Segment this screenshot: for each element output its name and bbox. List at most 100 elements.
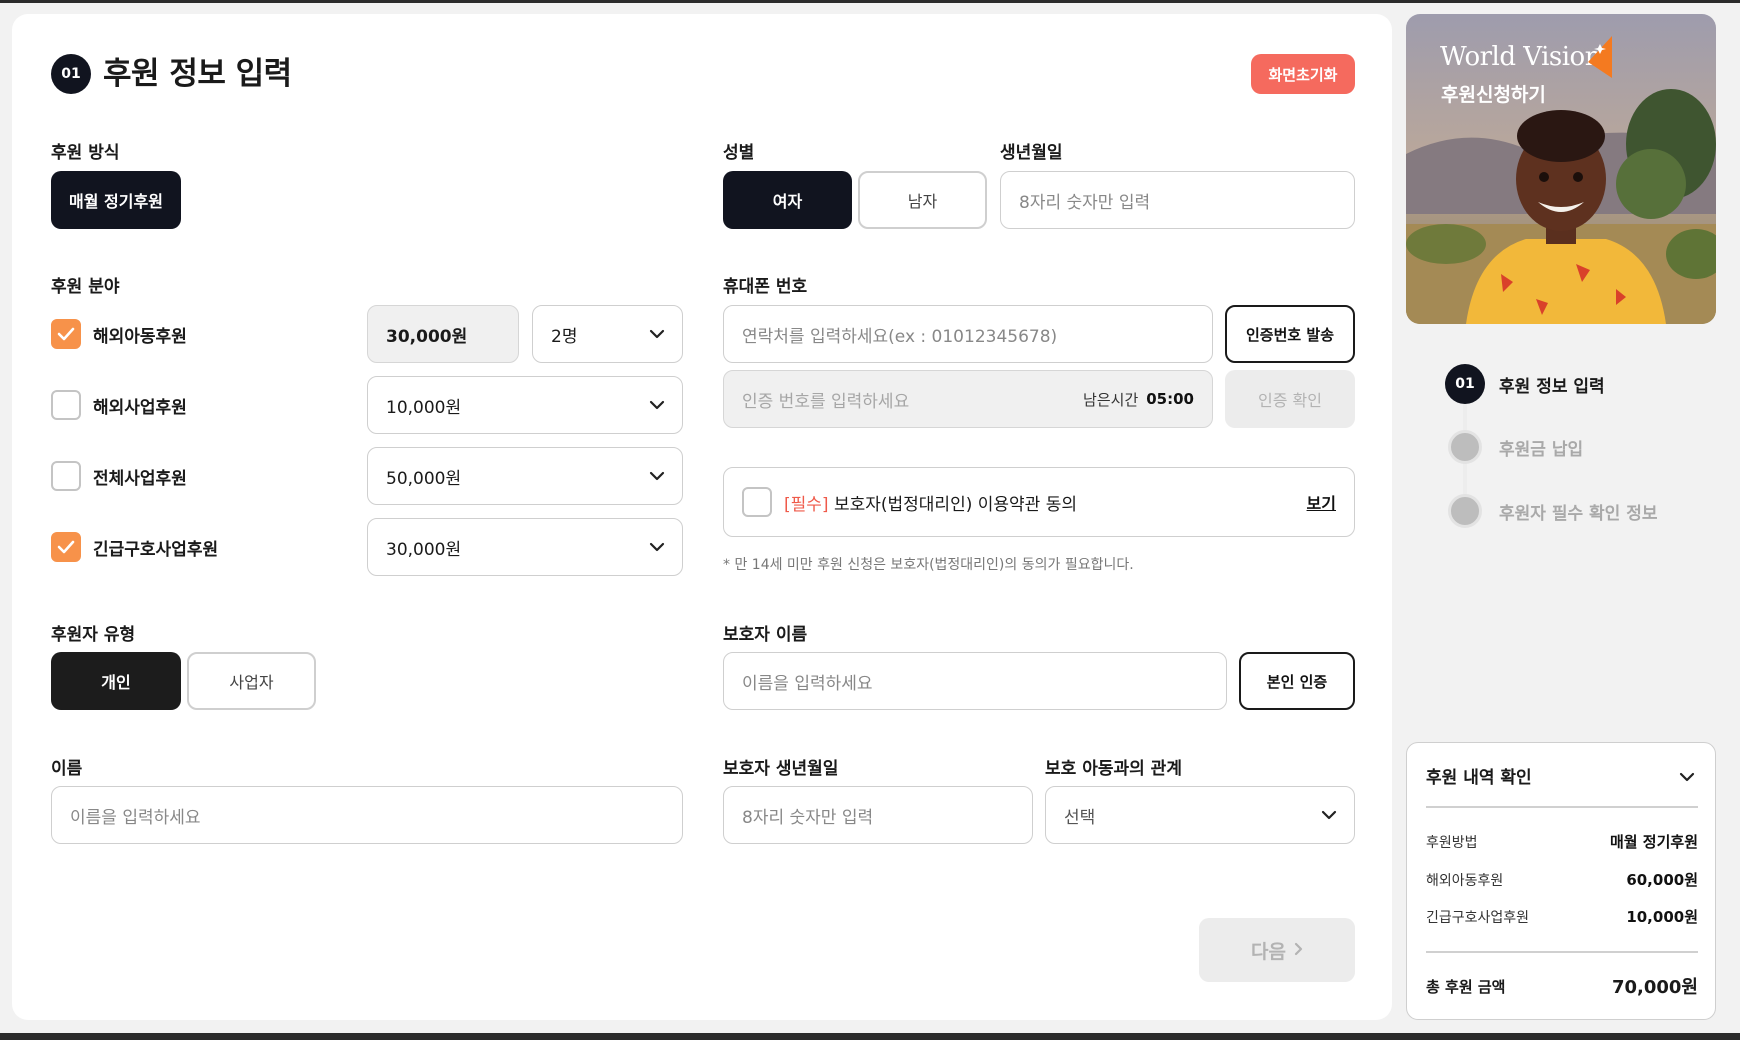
monthly-donation-button[interactable]: 매월 정기후원 — [51, 171, 181, 229]
terms-agreement-box[interactable]: [필수] 보호자(법정대리인) 이용약관 동의 보기 — [723, 467, 1355, 537]
hero-image: World Vision 후원신청하기 — [1406, 14, 1716, 324]
verification-code-placeholder: 인증 번호를 입력하세요 — [742, 391, 910, 412]
field-item-label: 긴급구호사업후원 — [93, 539, 219, 560]
gender-label: 성별 — [723, 143, 755, 163]
step-1-badge: 01 — [1445, 364, 1485, 404]
next-label: 다음 — [1251, 940, 1286, 963]
birthdate-label: 생년월일 — [1000, 143, 1063, 163]
timer-value: 05:00 — [1146, 390, 1194, 408]
step-2-label: 후원금 납입 — [1499, 439, 1584, 460]
terms-label: 보호자(법정대리인) 이용약관 동의 — [833, 494, 1077, 515]
field-item-overseas-child[interactable]: 해외아동후원 — [51, 319, 187, 349]
step-2-dot — [1448, 430, 1482, 464]
summary-value: 매월 정기후원 — [1609, 833, 1698, 851]
amount-value: 30,000원 — [386, 539, 462, 560]
summary-title: 후원 내역 확인 — [1426, 768, 1532, 788]
world-vision-star-icon — [1588, 36, 1612, 78]
chevron-right-icon — [1294, 939, 1303, 961]
summary-total-row: 총 후원 금액 70,000원 — [1426, 973, 1698, 999]
field-item-label: 전체사업후원 — [93, 468, 187, 489]
world-vision-logo: World Vision — [1440, 42, 1601, 72]
name-label: 이름 — [51, 759, 83, 779]
donation-form-card: 01 후원 정보 입력 화면초기화 후원 방식 매월 정기후원 후원 분야 해외… — [12, 14, 1392, 1020]
field-item-label: 해외사업후원 — [93, 397, 187, 418]
guardian-name-label: 보호자 이름 — [723, 625, 808, 645]
send-code-button[interactable]: 인증번호 발송 — [1225, 305, 1355, 363]
summary-row: 해외아동후원 60,000원 — [1426, 869, 1698, 890]
window-top-border — [0, 0, 1740, 3]
identity-verify-button[interactable]: 본인 인증 — [1239, 652, 1355, 710]
relation-label: 보호 아동과의 관계 — [1045, 759, 1182, 779]
donation-summary-card: 후원 내역 확인 후원방법 매월 정기후원 해외아동후원 60,000원 긴급구… — [1406, 742, 1716, 1020]
gender-female-button[interactable]: 여자 — [723, 171, 852, 229]
phone-input[interactable]: 연락처를 입력하세요(ex : 01012345678) — [723, 305, 1213, 363]
step-number-badge: 01 — [51, 54, 91, 94]
checkbox-unchecked-icon[interactable] — [51, 390, 81, 420]
chevron-down-icon — [648, 325, 666, 343]
terms-text: [필수] 보호자(법정대리인) 이용약관 동의 — [784, 490, 1077, 515]
required-tag: [필수] — [784, 494, 829, 515]
relation-select[interactable]: 선택 — [1045, 786, 1355, 844]
donation-method-label: 후원 방식 — [51, 143, 120, 163]
gender-male-button[interactable]: 남자 — [858, 171, 987, 229]
donation-field-label: 후원 분야 — [51, 277, 120, 297]
field-item-label: 해외아동후원 — [93, 326, 187, 347]
guardian-name-input[interactable]: 이름을 입력하세요 — [723, 652, 1227, 710]
checkbox-checked-icon[interactable] — [51, 319, 81, 349]
chevron-down-icon[interactable] — [1679, 767, 1695, 786]
view-terms-link[interactable]: 보기 — [1307, 490, 1336, 514]
checkbox-unchecked-icon[interactable] — [51, 461, 81, 491]
amount-value: 50,000원 — [386, 468, 462, 489]
chevron-down-icon — [648, 467, 666, 485]
chevron-down-icon — [648, 538, 666, 556]
timer-label: 남은시간 — [1083, 390, 1139, 409]
step-item-3: 후원자 필수 확인 정보 — [1448, 494, 1658, 528]
hero-subtitle: 후원신청하기 — [1441, 84, 1546, 106]
donor-type-label: 후원자 유형 — [51, 625, 136, 645]
name-input[interactable]: 이름을 입력하세요 — [51, 786, 683, 844]
step-item-2: 후원금 납입 — [1448, 430, 1583, 464]
child-count-select[interactable]: 2명 — [532, 305, 683, 363]
chevron-down-icon — [648, 396, 666, 414]
donor-type-individual-button[interactable]: 개인 — [51, 652, 181, 710]
field-item-all-projects[interactable]: 전체사업후원 — [51, 461, 187, 491]
field-item-overseas-project[interactable]: 해외사업후원 — [51, 390, 187, 420]
amount-value: 10,000원 — [386, 397, 462, 418]
donor-type-business-button[interactable]: 사업자 — [187, 652, 316, 710]
verification-code-input[interactable]: 인증 번호를 입력하세요 남은시간 05:00 — [723, 370, 1213, 428]
summary-key: 후원방법 — [1426, 834, 1478, 851]
guardian-birth-input[interactable]: 8자리 숫자만 입력 — [723, 786, 1033, 844]
guardian-birth-label: 보호자 생년월일 — [723, 759, 839, 779]
guardian-consent-note: * 만 14세 미만 후원 신청은 보호자(법정대리인)의 동의가 필요합니다. — [723, 557, 1134, 573]
overseas-child-amount: 30,000원 — [367, 305, 519, 363]
phone-label: 휴대폰 번호 — [723, 277, 808, 297]
relation-value: 선택 — [1064, 807, 1096, 828]
step-3-label: 후원자 필수 확인 정보 — [1499, 503, 1658, 524]
field-item-emergency-relief[interactable]: 긴급구호사업후원 — [51, 532, 218, 562]
step-1-label: 후원 정보 입력 — [1499, 376, 1605, 397]
verify-code-button[interactable]: 인증 확인 — [1225, 370, 1355, 428]
chevron-down-icon — [1320, 806, 1338, 824]
summary-key: 해외아동후원 — [1426, 872, 1504, 889]
summary-key: 긴급구호사업후원 — [1426, 909, 1530, 926]
summary-divider — [1426, 951, 1698, 953]
summary-total-value: 70,000원 — [1611, 977, 1698, 998]
next-button[interactable]: 다음 — [1199, 918, 1355, 982]
page-title: 후원 정보 입력 — [103, 56, 292, 92]
reset-button[interactable]: 화면초기화 — [1251, 54, 1355, 94]
child-count-value: 2명 — [551, 326, 578, 347]
summary-row: 후원방법 매월 정기후원 — [1426, 831, 1698, 852]
step-3-dot — [1448, 494, 1482, 528]
summary-value: 60,000원 — [1626, 871, 1698, 889]
checkbox-unchecked-icon[interactable] — [742, 487, 772, 517]
checkbox-checked-icon[interactable] — [51, 532, 81, 562]
overseas-project-amount-select[interactable]: 10,000원 — [367, 376, 683, 434]
summary-divider — [1426, 806, 1698, 808]
all-projects-amount-select[interactable]: 50,000원 — [367, 447, 683, 505]
timer: 남은시간 05:00 — [1083, 389, 1194, 410]
birthdate-input[interactable]: 8자리 숫자만 입력 — [1000, 171, 1355, 229]
window-bottom-border — [0, 1033, 1740, 1040]
emergency-relief-amount-select[interactable]: 30,000원 — [367, 518, 683, 576]
summary-value: 10,000원 — [1626, 908, 1698, 926]
summary-row: 긴급구호사업후원 10,000원 — [1426, 906, 1698, 927]
